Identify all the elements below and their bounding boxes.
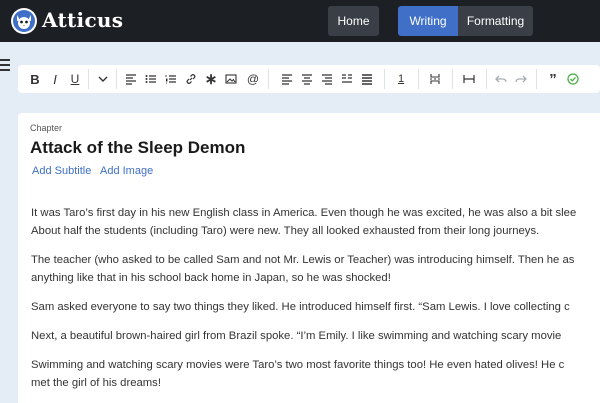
paragraph-line: Next, a beautiful brown-haired girl from…	[31, 330, 562, 342]
redo-icon[interactable]	[512, 65, 530, 93]
add-image-link[interactable]: Add Image	[100, 165, 153, 177]
italic-icon[interactable]: I	[46, 65, 64, 93]
align-center-icon[interactable]	[298, 65, 316, 93]
numbered-list-icon[interactable]	[162, 65, 180, 93]
nav-home-button[interactable]: Home	[328, 6, 379, 36]
formatting-toolbar: B I U ∗ @ 1 ”	[18, 65, 600, 93]
horizontal-rule-icon[interactable]	[460, 65, 478, 93]
bold-icon[interactable]: B	[26, 65, 44, 93]
check-circle-icon[interactable]	[564, 65, 582, 93]
add-subtitle-link[interactable]: Add Subtitle	[32, 165, 91, 177]
indent-icon[interactable]	[338, 65, 356, 93]
underline-icon[interactable]: U	[66, 65, 84, 93]
align-justify-icon[interactable]	[358, 65, 376, 93]
heading-level-icon[interactable]: 1	[392, 65, 410, 93]
paragraph-line: anything like that in his school back ho…	[31, 272, 391, 284]
bullet-list-icon[interactable]	[142, 65, 160, 93]
top-navigation-bar: Atticus Home Writing Formatting	[0, 0, 600, 42]
chapter-label: Chapter	[30, 123, 63, 133]
chevron-down-icon[interactable]	[94, 65, 112, 93]
paragraph-line: The teacher (who asked to be called Sam …	[31, 254, 575, 266]
chapter-title[interactable]: Attack of the Sleep Demon	[30, 138, 245, 158]
menu-toggle-icon[interactable]	[0, 59, 12, 71]
undo-icon[interactable]	[492, 65, 510, 93]
quote-icon[interactable]: ”	[544, 65, 562, 93]
paragraph-line: About half the students (including Taro)…	[31, 225, 540, 237]
atticus-logo-icon[interactable]	[10, 7, 38, 35]
image-icon[interactable]	[222, 65, 240, 93]
chapter-editor[interactable]: Chapter Attack of the Sleep Demon Add Su…	[18, 113, 600, 403]
nav-formatting-button[interactable]: Formatting	[458, 6, 533, 36]
nav-writing-button[interactable]: Writing	[398, 6, 458, 36]
paragraph-line: met the girl of his dreams!	[31, 377, 161, 389]
asterisk-icon[interactable]: ∗	[202, 65, 220, 93]
page-break-icon[interactable]	[426, 65, 444, 93]
paragraph-line: Sam asked everyone to say two things the…	[31, 301, 570, 313]
align-paragraph-icon[interactable]	[122, 65, 140, 93]
brand-name: Atticus	[42, 8, 124, 32]
align-right-icon[interactable]	[318, 65, 336, 93]
align-left-icon[interactable]	[278, 65, 296, 93]
paragraph-line: Swimming and watching scary movies were …	[31, 359, 565, 371]
link-icon[interactable]	[182, 65, 200, 93]
paragraph-line: It was Taro’s first day in his new Engli…	[31, 207, 577, 219]
at-sign-icon[interactable]: @	[244, 65, 262, 93]
